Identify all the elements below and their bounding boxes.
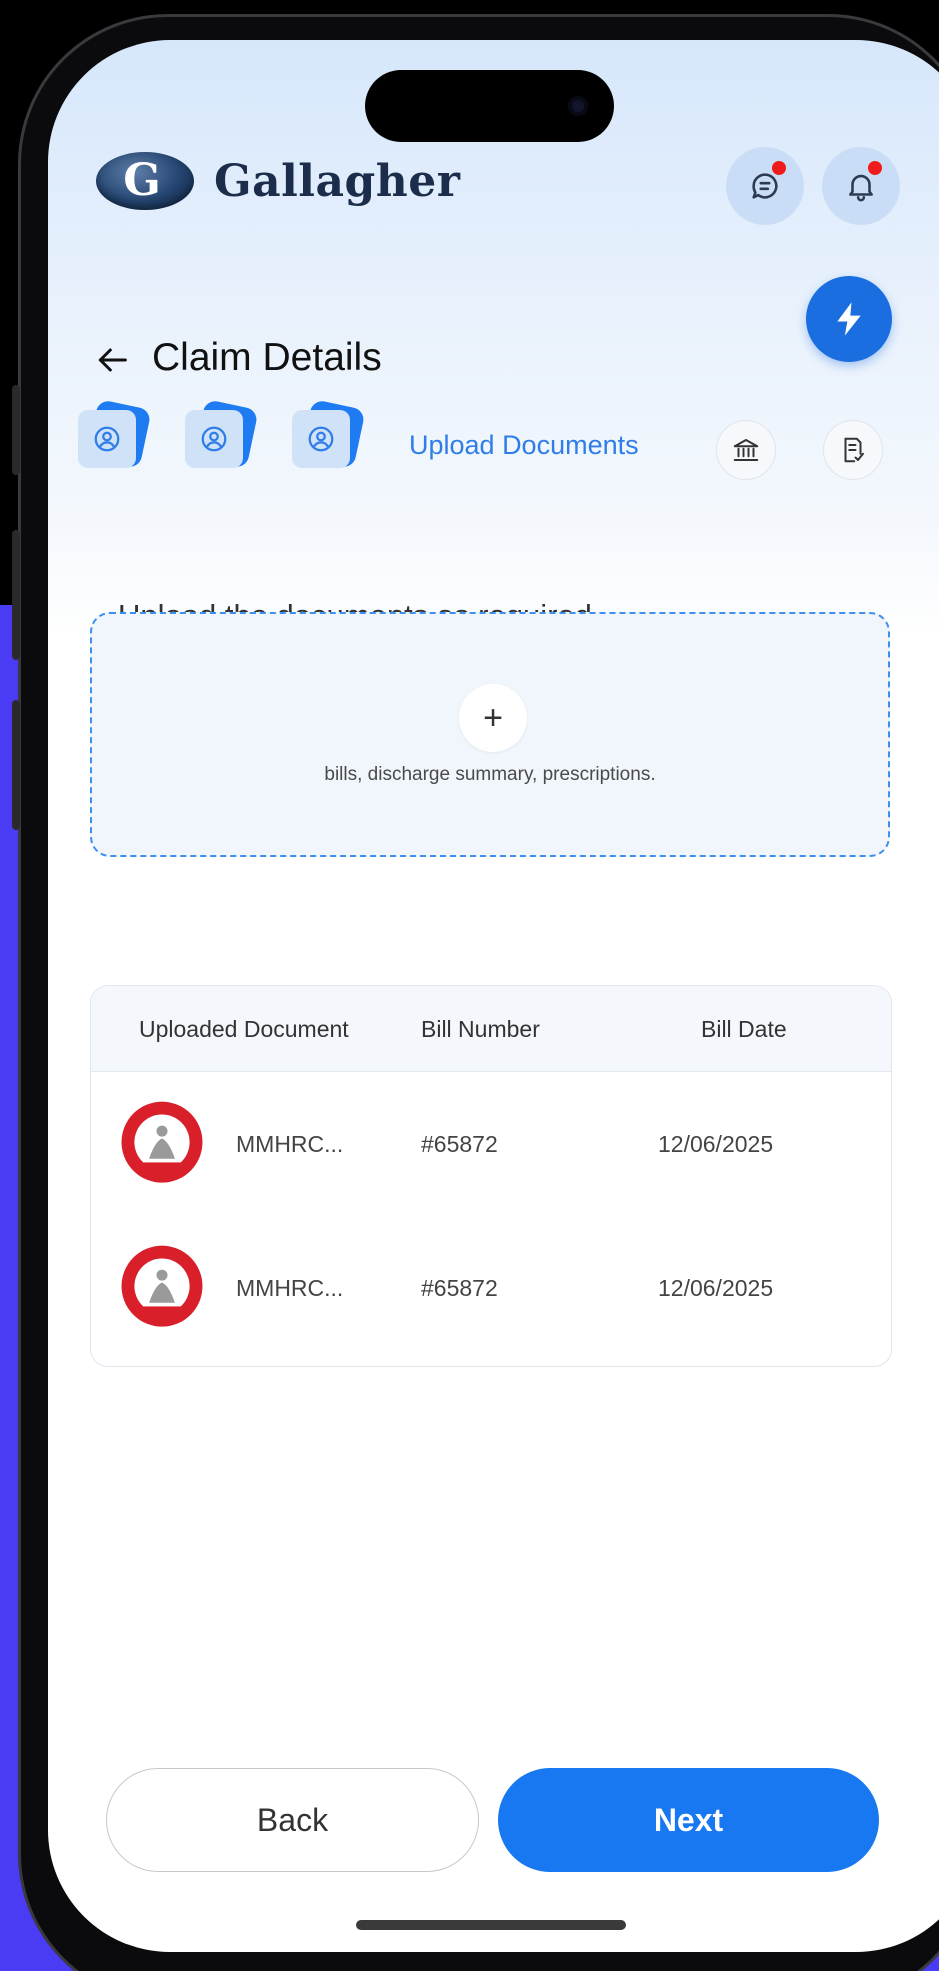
step-upload-documents-active[interactable]: Upload Documents — [409, 430, 639, 461]
logo-letter: G — [123, 155, 161, 206]
back-arrow-icon[interactable] — [92, 340, 132, 380]
step-review[interactable] — [823, 420, 883, 480]
phone-volume-down — [12, 700, 20, 830]
back-button[interactable]: Back — [106, 1768, 479, 1872]
hospital-seal-icon — [121, 1245, 203, 1327]
column-header-document: Uploaded Document — [139, 1016, 349, 1042]
lightning-icon — [837, 302, 861, 336]
notifications-button[interactable] — [822, 147, 900, 225]
notification-unread-dot — [868, 161, 882, 175]
chat-unread-dot — [772, 161, 786, 175]
table-row[interactable]: MMHRC... #65872 12/06/2025 — [91, 1072, 891, 1212]
step-1-completed[interactable] — [78, 399, 152, 472]
brand-name: Gallagher — [214, 155, 461, 207]
bill-date: 12/06/2025 — [658, 1131, 774, 1157]
home-indicator[interactable] — [356, 1920, 626, 1930]
bill-number: #65872 — [421, 1131, 498, 1157]
document-name[interactable]: MMHRC... — [236, 1275, 343, 1302]
phone-side-button — [12, 385, 20, 475]
user-circle-icon — [94, 426, 120, 452]
camera-icon — [568, 96, 588, 116]
bank-icon — [733, 439, 759, 461]
dynamic-island — [365, 70, 614, 142]
step-bank-details[interactable] — [716, 420, 776, 480]
user-circle-icon — [201, 426, 227, 452]
next-button[interactable]: Next — [498, 1768, 879, 1872]
app-screen: G Gallagher Claim Details Upload Documen… — [48, 40, 939, 1952]
plus-icon: + — [483, 698, 503, 737]
hospital-seal-icon — [121, 1101, 203, 1183]
step-2-completed[interactable] — [185, 399, 259, 472]
step-card-front — [78, 410, 136, 468]
upload-dropzone[interactable]: + bills, discharge summary, prescription… — [90, 612, 890, 857]
column-header-bill-date: Bill Date — [701, 1016, 787, 1042]
chat-button[interactable] — [726, 147, 804, 225]
step-card-front — [292, 410, 350, 468]
brand-logo: G Gallagher — [96, 152, 460, 210]
globe-logo-icon: G — [96, 152, 194, 210]
step-3-completed[interactable] — [292, 399, 366, 472]
document-check-icon — [844, 437, 864, 463]
column-header-bill-number: Bill Number — [421, 1016, 540, 1042]
phone-volume-up — [12, 530, 20, 660]
step-card-front — [185, 410, 243, 468]
quick-action-button[interactable] — [806, 276, 892, 362]
document-name[interactable]: MMHRC... — [236, 1131, 343, 1158]
table-row[interactable]: MMHRC... #65872 12/06/2025 — [91, 1216, 891, 1356]
bill-date: 12/06/2025 — [658, 1275, 774, 1301]
page-title: Claim Details — [152, 336, 382, 379]
uploaded-documents-table: Uploaded Document Bill Number Bill Date … — [90, 985, 892, 1367]
table-header: Uploaded Document Bill Number Bill Date — [91, 986, 891, 1072]
add-document-button[interactable]: + — [459, 684, 527, 752]
upload-hint: bills, discharge summary, prescriptions. — [324, 764, 656, 785]
user-circle-icon — [308, 426, 334, 452]
bill-number: #65872 — [421, 1275, 498, 1301]
